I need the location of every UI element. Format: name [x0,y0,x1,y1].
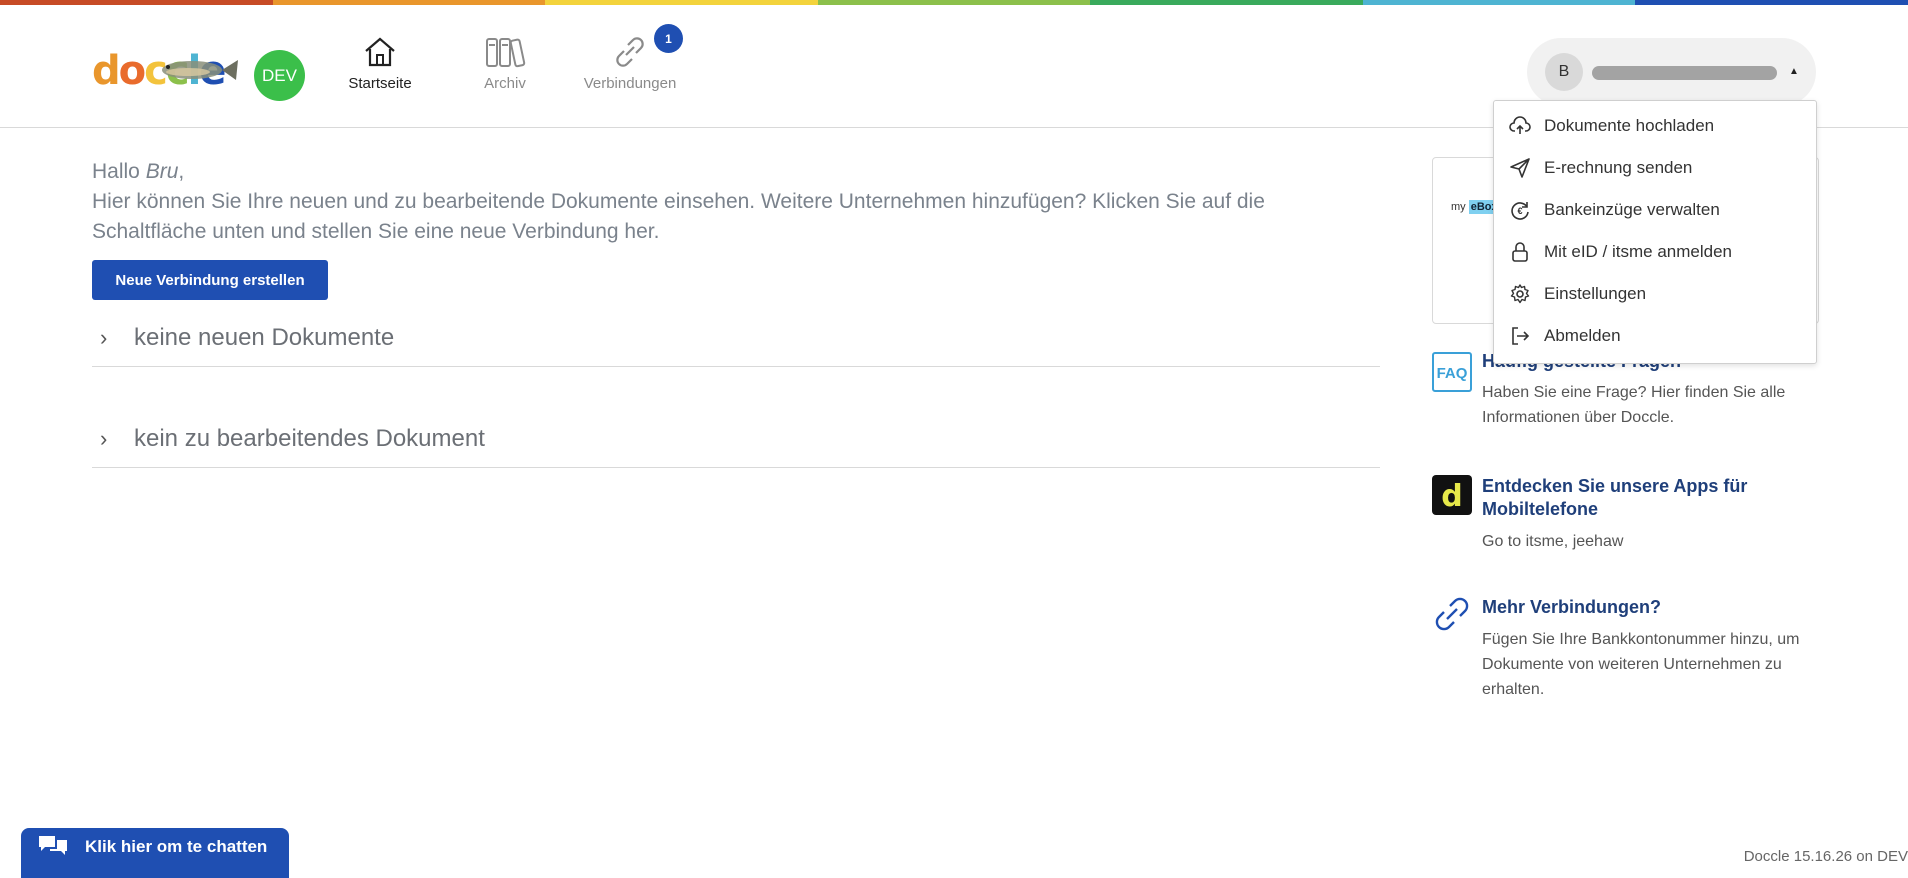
intro-text: Hier können Sie Ihre neuen und zu bearbe… [92,190,1265,243]
menu-item-label: Dokumente hochladen [1544,116,1715,135]
greeting-name: Bru [145,160,179,183]
doccle-app-icon: d [1432,475,1472,515]
menu-item-direct-debits[interactable]: € Bankeinzüge verwalten [1494,189,1816,231]
section-new-documents[interactable]: › keine neuen Dokumente [92,310,1380,367]
apps-title[interactable]: Entdecken Sie unsere Apps für Mobiltelef… [1482,475,1812,521]
app-icon-text: d [1441,479,1462,514]
chat-button[interactable]: Klik hier om te chatten [21,828,289,878]
menu-item-label: E-rechnung senden [1544,158,1693,177]
new-connection-button[interactable]: Neue Verbindung erstellen [92,260,328,300]
menu-item-label: Abmelden [1544,326,1621,345]
faq-icon-text: FAQ [1437,365,1468,382]
link-icon [1435,597,1469,631]
user-menu-toggle[interactable]: B ▲ [1527,38,1816,106]
connections-block: Mehr Verbindungen? Fügen Sie Ihre Bankko… [1432,594,1822,704]
connections-title[interactable]: Mehr Verbindungen? [1482,596,1812,619]
avatar: B [1545,53,1583,91]
euro-refresh-icon: € [1509,199,1531,221]
logout-icon [1509,325,1531,347]
greeting: Hallo Bru, [92,157,1380,187]
cloud-upload-icon [1509,115,1531,137]
gear-icon [1509,283,1531,305]
caret-up-icon: ▲ [1789,66,1799,77]
greeting-prefix: Hallo [92,160,146,183]
menu-item-send-einvoice[interactable]: E-rechnung senden [1494,147,1816,189]
home-icon [365,37,395,67]
section-label: keine neuen Dokumente [134,324,395,351]
menu-item-label: Einstellungen [1544,284,1647,303]
nav-archiv[interactable]: Archiv [450,35,560,92]
main-content: Hallo Bru, Hier können Sie Ihre neuen un… [92,157,1380,468]
link-icon [616,37,644,67]
greeting-suffix: , [178,160,185,183]
menu-item-label: Mit eID / itsme anmelden [1544,242,1733,261]
faq-icon: FAQ [1432,352,1472,392]
chat-bubbles-icon [37,833,69,862]
menu-item-settings[interactable]: Einstellungen [1494,273,1816,315]
fish-icon [162,60,238,80]
apps-block: d Entdecken Sie unsere Apps für Mobiltel… [1432,475,1822,565]
doccle-logo[interactable]: doccle [92,43,242,97]
nav-label: Verbindungen [583,75,677,92]
menu-item-eid-login[interactable]: Mit eID / itsme anmelden [1494,231,1816,273]
send-icon [1509,157,1531,179]
env-badge: DEV [254,50,305,101]
chevron-right-icon: › [100,325,108,350]
lock-icon [1509,241,1531,263]
faq-text: Haben Sie eine Frage? Hier finden Sie al… [1482,384,1786,426]
apps-text: Go to itsme, jeehaw [1482,533,1624,550]
nav-startseite[interactable]: Startseite [325,35,435,92]
menu-item-upload[interactable]: Dokumente hochladen [1494,105,1816,147]
promo-prefix: my [1451,201,1466,213]
nav-label: Archiv [484,75,526,92]
section-label: kein zu bearbeitendes Dokument [134,425,485,452]
archive-icon [486,38,526,68]
nav-label: Startseite [348,75,412,92]
version-label: Doccle 15.16.26 on DEV [1743,848,1908,865]
svg-text:€: € [1517,206,1522,216]
menu-item-logout[interactable]: Abmelden [1494,315,1816,357]
faq-block: FAQ Häufig gestellte Fragen Haben Sie ei… [1432,351,1822,442]
connections-count-badge: 1 [654,24,683,53]
user-name-redacted [1592,66,1777,80]
menu-item-label: Bankeinzüge verwalten [1544,200,1720,219]
chevron-right-icon: › [100,426,108,451]
connections-text: Fügen Sie Ihre Bankkontonummer hinzu, um… [1482,631,1800,698]
chat-button-label: Klik hier om te chatten [85,837,268,856]
user-dropdown-menu: Dokumente hochladen E-rechnung senden € … [1493,100,1817,364]
section-todo-documents[interactable]: › kein zu bearbeitendes Dokument [92,411,1380,468]
